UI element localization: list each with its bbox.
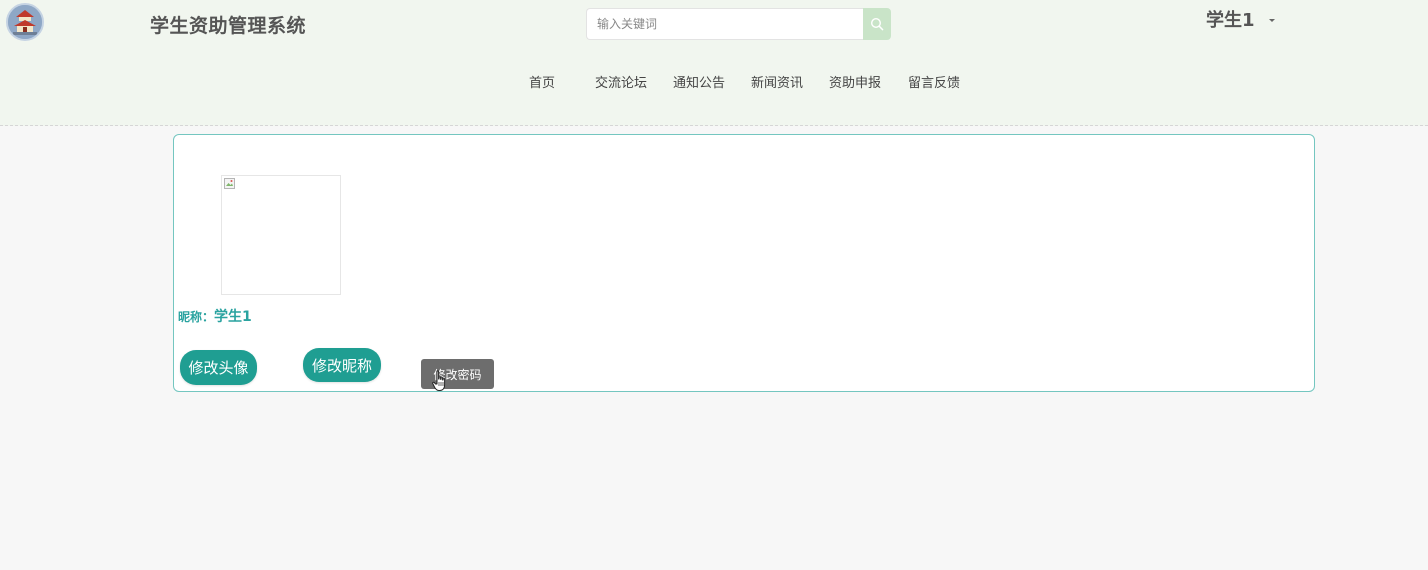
search-bar bbox=[586, 8, 891, 40]
search-input[interactable] bbox=[586, 8, 864, 40]
profile-card: 昵称： 学生1 修改头像 修改昵称 修改密码 bbox=[173, 134, 1315, 392]
nickname-row: 昵称： 学生1 bbox=[178, 306, 252, 326]
nav-item-notices[interactable]: 通知公告 bbox=[673, 72, 725, 91]
nickname-label: 昵称： bbox=[178, 310, 215, 324]
search-icon bbox=[870, 17, 884, 31]
broken-image-icon bbox=[224, 178, 235, 189]
nav-item-home[interactable]: 首页 bbox=[529, 72, 555, 91]
main-nav: 首页 交流论坛 通知公告 新闻资讯 资助申报 留言反馈 bbox=[0, 72, 1428, 91]
change-nickname-button[interactable]: 修改昵称 bbox=[303, 348, 381, 382]
avatar bbox=[221, 175, 341, 295]
change-avatar-button[interactable]: 修改头像 bbox=[180, 350, 257, 385]
nav-item-news[interactable]: 新闻资讯 bbox=[751, 72, 803, 91]
top-header: 学生资助管理系统 学生1 首页 交流论坛 通知公告 新闻资讯 资助申报 留言反馈 bbox=[0, 0, 1428, 126]
search-button[interactable] bbox=[863, 8, 891, 40]
user-menu[interactable]: 学生1 bbox=[1206, 6, 1275, 32]
site-title: 学生资助管理系统 bbox=[150, 15, 307, 37]
change-password-button[interactable]: 修改密码 bbox=[421, 359, 494, 389]
nav-item-feedback[interactable]: 留言反馈 bbox=[908, 72, 960, 91]
nickname-value: 学生1 bbox=[214, 309, 252, 325]
building-logo-icon[interactable] bbox=[6, 3, 44, 41]
caret-down-icon[interactable] bbox=[1268, 19, 1275, 22]
user-name[interactable]: 学生1 bbox=[1206, 6, 1255, 32]
nav-item-forum[interactable]: 交流论坛 bbox=[595, 72, 647, 91]
nav-item-aid-application[interactable]: 资助申报 bbox=[829, 72, 881, 91]
